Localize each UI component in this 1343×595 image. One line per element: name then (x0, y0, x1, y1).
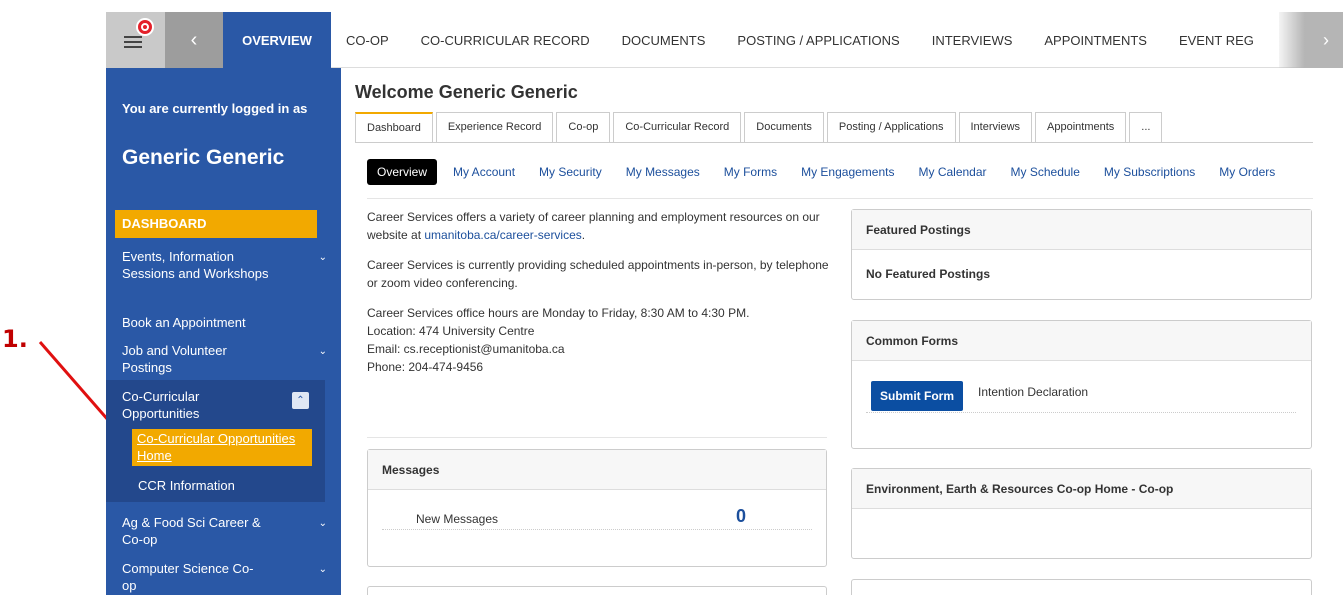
top-tab-overview[interactable]: OVERVIEW (223, 12, 331, 68)
subtab-my-orders[interactable]: My Orders (1219, 165, 1275, 179)
sidebar-item-computer-science[interactable]: Computer Science Co-op (122, 560, 262, 594)
office-location: Location: 474 University Centre (367, 324, 535, 338)
tab-documents[interactable]: Documents (744, 112, 824, 142)
tab-more[interactable]: ... (1129, 112, 1163, 142)
intro-divider (367, 437, 827, 438)
featured-postings-panel: Featured Postings No Featured Postings (851, 209, 1312, 300)
tabs-divider (355, 142, 1313, 143)
form-name: Intention Declaration (978, 385, 1089, 399)
chevron-down-icon[interactable]: ⌄ (319, 518, 327, 529)
subtab-my-subscriptions[interactable]: My Subscriptions (1104, 165, 1195, 179)
common-forms-panel: Common Forms Submit Form Intention Decla… (851, 320, 1312, 449)
top-navigation-bar: ‹ OVERVIEW CO-OP CO-CURRICULAR RECORD DO… (106, 12, 1343, 68)
user-name: Generic Generic (122, 146, 285, 169)
subtab-my-account[interactable]: My Account (453, 165, 515, 179)
tab-appointments[interactable]: Appointments (1035, 112, 1127, 142)
office-phone: Phone: 204-474-9456 (367, 360, 484, 374)
sidebar-subitem-co-curricular-home[interactable]: Co-Curricular Opportunities Home (132, 429, 312, 466)
sidebar-item-dashboard[interactable]: DASHBOARD (115, 210, 317, 238)
intro-period: . (581, 228, 586, 242)
annotation-step-label: 1. (2, 325, 28, 353)
top-nav-posting-applications[interactable]: POSTING / APPLICATIONS (737, 33, 899, 48)
sidebar-item-co-curricular[interactable]: Co-Curricular Opportunities (122, 388, 242, 422)
submit-form-button[interactable]: Submit Form (871, 381, 963, 411)
subtab-my-security[interactable]: My Security (539, 165, 602, 179)
tab-experience-record[interactable]: Experience Record (435, 112, 554, 142)
sidebar-item-book-appointment[interactable]: Book an Appointment (122, 314, 246, 331)
menu-button[interactable] (106, 12, 165, 68)
sidebar-subitem-ccr-information[interactable]: CCR Information (138, 478, 235, 493)
chevron-down-icon[interactable]: ⌄ (319, 564, 327, 575)
notification-icon[interactable] (136, 18, 154, 36)
chevron-right-icon: › (1323, 29, 1329, 50)
appointments-info: Career Services is currently providing s… (367, 258, 829, 290)
subtabs-divider (367, 198, 1313, 199)
coop-home-title: Environment, Earth & Resources Co-op Hom… (852, 469, 1311, 509)
sidebar-item-job-postings[interactable]: Job and Volunteer Postings (122, 342, 272, 376)
sub-tabs: Overview My Account My Security My Messa… (367, 158, 1299, 186)
common-forms-title: Common Forms (852, 321, 1311, 361)
bottom-panel-left (367, 586, 827, 595)
subtab-my-forms[interactable]: My Forms (724, 165, 777, 179)
top-nav-documents[interactable]: DOCUMENTS (622, 33, 706, 48)
subtab-my-schedule[interactable]: My Schedule (1011, 165, 1080, 179)
office-hours: Career Services office hours are Monday … (367, 306, 750, 320)
hamburger-icon (123, 35, 142, 49)
chevron-down-icon[interactable]: ⌄ (319, 252, 327, 263)
coop-home-panel: Environment, Earth & Resources Co-op Hom… (851, 468, 1312, 559)
sidebar-item-events[interactable]: Events, Information Sessions and Worksho… (122, 248, 272, 282)
featured-postings-title: Featured Postings (852, 210, 1311, 250)
subtab-my-engagements[interactable]: My Engagements (801, 165, 894, 179)
logged-in-text: You are currently logged in as (122, 101, 308, 116)
scroll-right-button[interactable]: › (1279, 12, 1343, 68)
top-nav-event-registration[interactable]: EVENT REG (1179, 33, 1254, 48)
page-title: Welcome Generic Generic (355, 82, 578, 102)
tab-interviews[interactable]: Interviews (958, 112, 1033, 142)
sidebar: You are currently logged in as Generic G… (106, 68, 341, 595)
tab-co-curricular-record[interactable]: Co-Curricular Record (613, 112, 742, 142)
tab-co-op[interactable]: Co-op (556, 112, 611, 142)
sidebar-item-ag-food-sci[interactable]: Ag & Food Sci Career & Co-op (122, 514, 282, 548)
messages-panel-title: Messages (368, 450, 826, 490)
new-messages-row[interactable]: New Messages 0 (382, 506, 812, 530)
featured-postings-empty: No Featured Postings (866, 267, 991, 281)
chevron-up-icon[interactable]: ⌃ (292, 392, 309, 409)
subtab-my-messages[interactable]: My Messages (626, 165, 700, 179)
top-nav-items: CO-OP CO-CURRICULAR RECORD DOCUMENTS POS… (346, 12, 1286, 68)
chevron-down-icon[interactable]: ⌄ (319, 346, 327, 357)
main-tabs: Dashboard Experience Record Co-op Co-Cur… (355, 112, 1165, 142)
bottom-panel-right (851, 579, 1312, 595)
messages-panel: Messages New Messages 0 (367, 449, 827, 567)
new-messages-count[interactable]: 0 (736, 506, 746, 527)
form-row-divider (866, 412, 1296, 413)
top-nav-co-curricular-record[interactable]: CO-CURRICULAR RECORD (421, 33, 590, 48)
career-services-link[interactable]: umanitoba.ca/career-services (424, 228, 581, 242)
top-nav-interviews[interactable]: INTERVIEWS (932, 33, 1013, 48)
top-nav-appointments[interactable]: APPOINTMENTS (1044, 33, 1147, 48)
back-button[interactable]: ‹ (165, 12, 223, 68)
top-nav-co-op[interactable]: CO-OP (346, 33, 389, 48)
career-services-info: Career Services offers a variety of care… (367, 208, 831, 376)
tab-dashboard[interactable]: Dashboard (355, 112, 433, 142)
tab-posting-applications[interactable]: Posting / Applications (826, 112, 956, 142)
main-content: Welcome Generic Generic Dashboard Experi… (341, 68, 1343, 595)
office-email: Email: cs.receptionist@umanitoba.ca (367, 342, 565, 356)
new-messages-label: New Messages (416, 512, 499, 526)
subtab-my-calendar[interactable]: My Calendar (918, 165, 986, 179)
subtab-overview[interactable]: Overview (367, 159, 438, 185)
